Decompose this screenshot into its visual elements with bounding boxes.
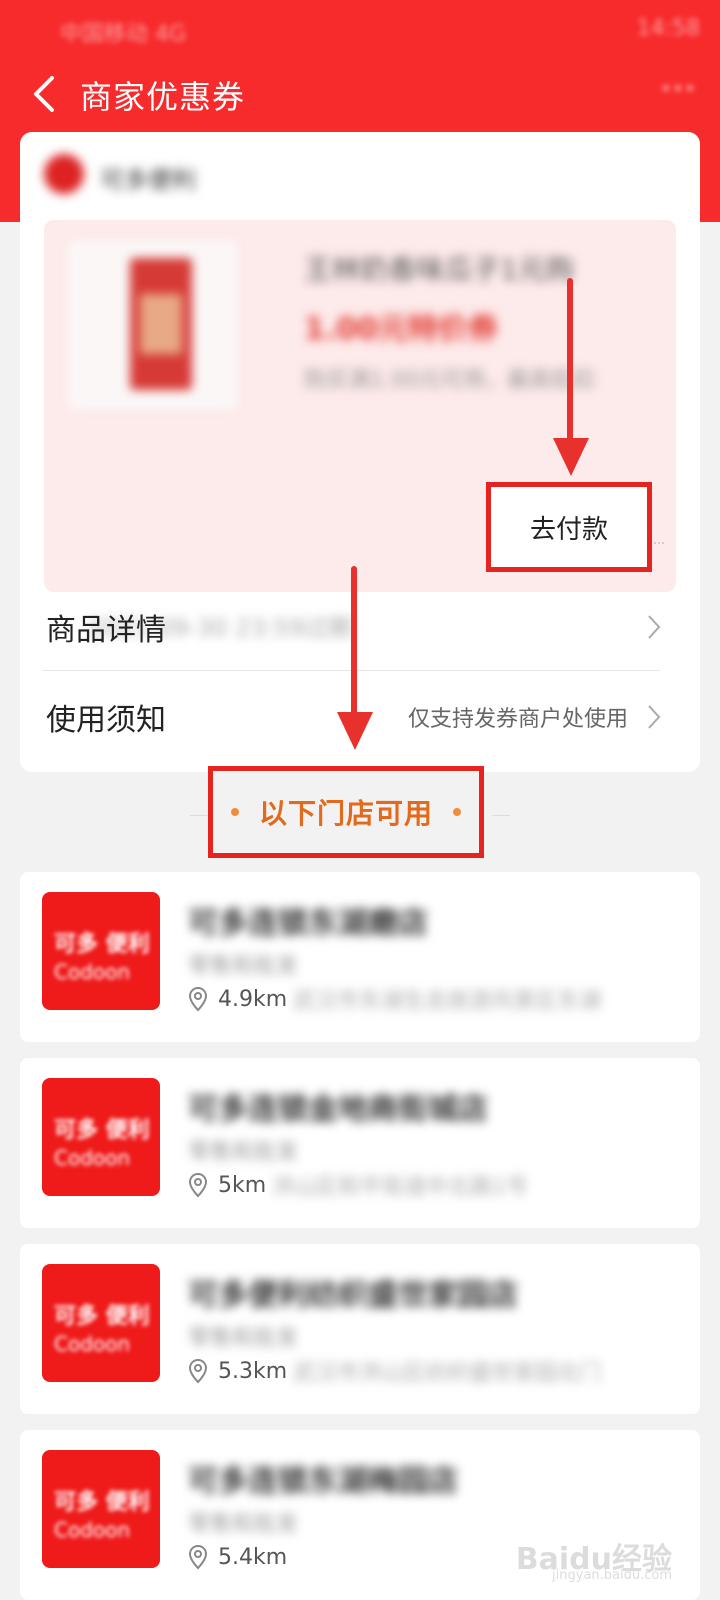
chevron-right-icon [648, 615, 661, 639]
merchant-logo [44, 154, 84, 194]
store-distance: 4.9km [218, 986, 288, 1012]
watermark-url: jingyan.baidu.com [552, 1568, 672, 1583]
merchant-name: 可多便利 [100, 166, 196, 194]
product-detail-label: 商品详情 [46, 613, 166, 648]
usage-notes-hint: 仅支持发券商户处使用 [407, 707, 628, 732]
store-name: 可多便利纺织盛世家园店 [188, 1278, 518, 1313]
store-name: 可多连锁东湖梅园店 [188, 1464, 458, 1499]
annotation-arrow-shaft [351, 566, 357, 720]
product-image [68, 240, 238, 410]
store-address: 武汉市东湖生态旅游风景区东湖 [293, 989, 602, 1014]
store-name: 可多连锁东湖磨店 [188, 906, 428, 941]
store-name: 可多连锁金地商街城店 [188, 1092, 488, 1127]
store-address: 洪山区和平街道中北路1号 [272, 1175, 529, 1200]
heading-line-left [190, 815, 208, 816]
store-meta: 4.9km 武汉市东湖生态旅游风景区东湖 [188, 984, 601, 1014]
chevron-right-icon [648, 705, 661, 729]
coupon-description: 购买满1.00元可用，最高抵扣 [304, 368, 595, 393]
page-title: 商家优惠券 [80, 78, 246, 116]
store-distance: 5.4km [218, 1544, 288, 1570]
store-distance: 5km [218, 1172, 267, 1198]
store-category: 零售和批发 [188, 1326, 299, 1351]
product-name: 王林奶香味瓜子1元购 [304, 253, 574, 286]
store-meta: 5.4km [188, 1542, 293, 1572]
store-category: 零售和批发 [188, 1140, 299, 1165]
store-address: 武汉市洪山区纺织盛世家园北门 [293, 1361, 602, 1386]
product-detail-row[interactable]: 商品详情 [20, 582, 700, 672]
store-logo: 可多 便利 Codoon [42, 1264, 160, 1382]
store-distance: 5.3km [218, 1358, 288, 1384]
store-list-item[interactable]: 可多 便利 Codoon 可多连锁金地商街城店 零售和批发 5km 洪山区和平街… [20, 1058, 700, 1228]
store-category: 零售和批发 [188, 954, 299, 979]
more-options-icon[interactable] [660, 78, 696, 98]
status-time: 14:58 [636, 16, 700, 41]
pay-button-label: 去付款 [529, 514, 608, 545]
heading-line-right [492, 815, 510, 816]
store-list-item[interactable]: 可多 便利 Codoon 可多便利纺织盛世家园店 零售和批发 5.3km 武汉市… [20, 1244, 700, 1414]
store-meta: 5km 洪山区和平街道中北路1号 [188, 1170, 528, 1200]
store-logo: 可多 便利 Codoon [42, 1450, 160, 1568]
store-category: 零售和批发 [188, 1512, 299, 1537]
store-logo: 可多 便利 Codoon [42, 892, 160, 1010]
back-arrow-icon[interactable] [26, 72, 66, 116]
annotation-arrow-head [337, 712, 373, 750]
annotation-arrow-head [553, 438, 589, 476]
status-carrier: 中国移动 4G [60, 22, 187, 47]
stores-heading: 以下门店可用 [258, 797, 433, 830]
store-logo: 可多 便利 Codoon [42, 1078, 160, 1196]
usage-notes-label: 使用须知 [46, 703, 166, 738]
location-pin-icon [188, 1172, 208, 1198]
coupon-value: 1.00元特价券 [304, 312, 499, 347]
baidu-watermark: Baidu经验 jingyan.baidu.com [516, 1534, 672, 1583]
stores-heading-highlight: 以下门店可用 [208, 766, 484, 858]
store-meta: 5.3km 武汉市洪山区纺织盛世家园北门 [188, 1356, 601, 1386]
heading-dot [453, 808, 461, 816]
location-pin-icon [188, 1358, 208, 1384]
location-pin-icon [188, 1544, 208, 1570]
location-pin-icon [188, 986, 208, 1012]
store-list-item[interactable]: 可多 便利 Codoon 可多连锁东湖磨店 零售和批发 4.9km 武汉市东湖生… [20, 872, 700, 1042]
annotation-arrow-shaft [567, 278, 573, 450]
heading-dot [230, 808, 239, 816]
pay-button[interactable]: 去付款 [486, 482, 652, 572]
status-bar: 中国移动 4G 14:58 [60, 10, 700, 47]
